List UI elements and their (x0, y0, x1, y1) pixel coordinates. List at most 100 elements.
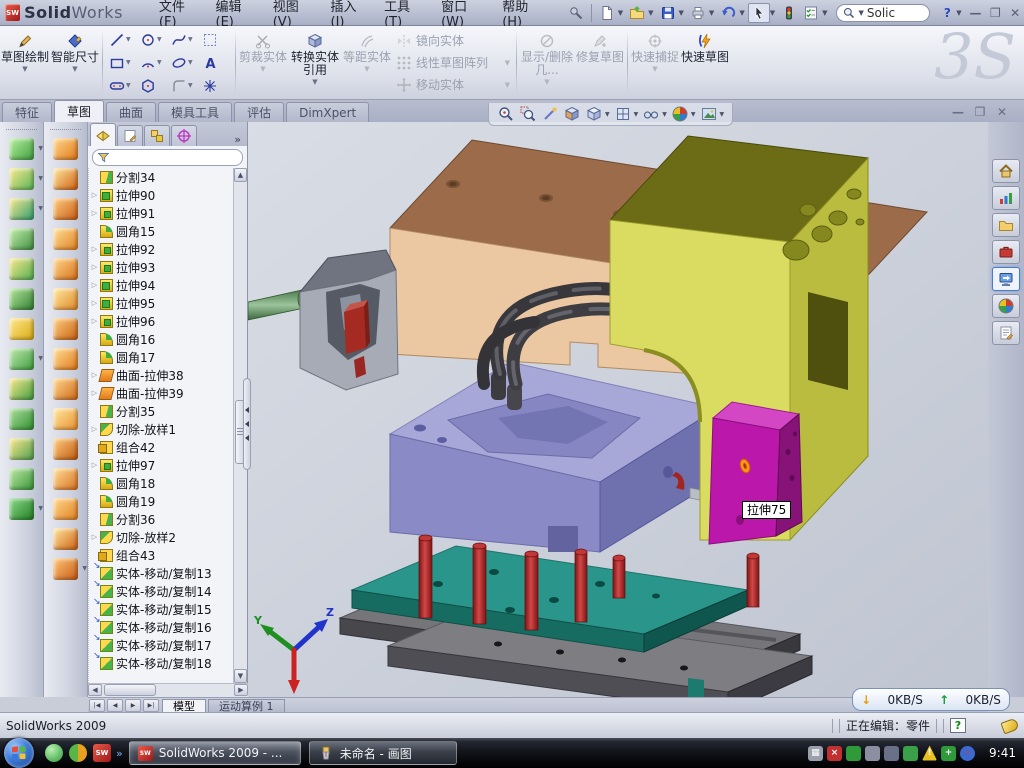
custom-properties-tab-button[interactable] (992, 321, 1020, 345)
toolbox-tab-button[interactable] (992, 240, 1020, 264)
rebuild-button[interactable] (778, 3, 800, 23)
feature-tool-icon[interactable] (53, 318, 78, 340)
tree-item[interactable]: 圆角18 (89, 474, 234, 492)
skfillet-tool-button[interactable]: ▼ (169, 74, 200, 97)
options-dropdown-icon[interactable]: ▼ (822, 9, 827, 17)
move-entities-button[interactable]: 移动实体 ▼ (392, 74, 514, 96)
tab-草图[interactable]: 草图 (54, 100, 104, 122)
connectivity-tray-icon[interactable] (903, 746, 918, 761)
shield-plus-tray-icon[interactable]: + (941, 746, 956, 761)
tree-item[interactable]: ▷曲面-拉伸39 (89, 384, 234, 402)
expand-icon[interactable]: ▷ (89, 281, 100, 289)
feature-tool-icon[interactable] (53, 138, 78, 160)
feature-tool-icon[interactable]: ▼ (9, 348, 34, 370)
solidworks-cube-quicklaunch-icon[interactable]: SW (93, 744, 111, 762)
offset-entities-button[interactable]: 等距实体▼ (342, 28, 392, 97)
tab-configurationmanager[interactable] (144, 125, 170, 146)
file-explorer-tab-button[interactable] (992, 267, 1020, 291)
skspline-dropdown-icon[interactable]: ▼ (188, 36, 193, 43)
tree-item[interactable]: 实体-移动/复制18 (89, 654, 234, 672)
tree-item[interactable]: ▷拉伸94 (89, 276, 234, 294)
new-document-button[interactable] (596, 3, 618, 23)
volume-tray-icon[interactable] (884, 746, 899, 761)
skline-tool-button[interactable]: ▼ (107, 28, 138, 51)
tree-item[interactable]: 分割34 (89, 168, 234, 186)
skcircle-tool-button[interactable]: ▼ (138, 28, 169, 51)
feature-tool-icon[interactable] (53, 498, 78, 520)
feature-tool-dropdown-icon[interactable]: ▼ (38, 355, 43, 362)
tab-曲面[interactable]: 曲面 (106, 102, 156, 122)
messenger-quicklaunch-icon[interactable] (45, 744, 63, 762)
sktext-tool-button[interactable]: A (200, 51, 231, 74)
feature-tool-icon[interactable] (53, 198, 78, 220)
feature-tool-icon[interactable] (53, 168, 78, 190)
feature-filter-input[interactable] (92, 149, 243, 166)
tree-item[interactable]: ▷切除-放样1 (89, 420, 234, 438)
help-button[interactable]: ? (938, 5, 956, 21)
magic-wand-icon[interactable] (542, 106, 558, 122)
manager-overflow-button[interactable]: » (234, 133, 241, 146)
section-view-icon[interactable] (564, 106, 580, 122)
part-extrude75-block[interactable] (709, 402, 802, 544)
tab-scroll-first-button[interactable]: |◀ (89, 699, 105, 712)
tree-item[interactable]: ▷拉伸91 (89, 204, 234, 222)
tab-scroll-prev-button[interactable]: ◀ (107, 699, 123, 712)
doc-restore-button[interactable]: ❐ (970, 104, 990, 120)
tree-item[interactable]: ▷拉伸92 (89, 240, 234, 258)
feature-tool-icon[interactable] (9, 258, 34, 280)
security-red-tray-icon[interactable]: × (827, 746, 842, 761)
tree-item[interactable]: 实体-移动/复制13 (89, 564, 234, 582)
expand-icon[interactable]: ▷ (89, 425, 100, 433)
skrect-tool-button[interactable]: ▼ (107, 51, 138, 74)
repair-sketch-button[interactable]: 修复草图 (575, 28, 625, 97)
tab-featuremanager[interactable] (90, 123, 116, 146)
feature-tool-dropdown-icon[interactable]: ▼ (38, 145, 43, 152)
certificate-tray-icon[interactable] (865, 746, 880, 761)
tree-item[interactable]: ▷拉伸97 (89, 456, 234, 474)
tab-评估[interactable]: 评估 (234, 102, 284, 122)
tab-propertymanager[interactable] (117, 125, 143, 146)
search-dropdown-icon[interactable]: ▼ (858, 9, 863, 17)
feature-tool-icon[interactable] (9, 408, 34, 430)
scene-dropdown-icon[interactable]: ▼ (720, 111, 725, 118)
skarc-tool-button[interactable]: ▼ (138, 51, 169, 74)
skellipse-dropdown-icon[interactable]: ▼ (188, 59, 193, 66)
tree-item[interactable]: ▷拉伸95 (89, 294, 234, 312)
close-button[interactable]: ✕ (1006, 5, 1024, 21)
start-button[interactable] (4, 738, 34, 768)
feature-tool-icon[interactable] (53, 288, 78, 310)
scroll-down-icon[interactable]: ▼ (234, 669, 247, 683)
tree-item[interactable]: 组合43 (89, 546, 234, 564)
expand-icon[interactable]: ▷ (89, 263, 100, 271)
undo-button[interactable] (717, 3, 739, 23)
trim-entities-button[interactable]: 剪裁实体▼ (238, 28, 288, 97)
feature-tool-icon[interactable] (53, 378, 78, 400)
pin-button[interactable] (565, 3, 587, 23)
tree-item[interactable]: 分割36 (89, 510, 234, 528)
search-input[interactable]: Solic (867, 6, 895, 20)
design-library-tab-button[interactable] (992, 213, 1020, 237)
tag-icon[interactable] (1000, 717, 1019, 734)
graphics-viewport[interactable]: Y Z X (248, 122, 988, 697)
search-box[interactable]: ▼ Solic (836, 4, 930, 22)
expand-icon[interactable]: ▷ (89, 245, 100, 253)
feature-tool-icon[interactable] (53, 228, 78, 250)
mirror-entities-button[interactable]: 镜向实体 (392, 30, 514, 52)
tree-item[interactable]: 圆角15 (89, 222, 234, 240)
skcircle-dropdown-icon[interactable]: ▼ (157, 36, 162, 43)
rapid-sketch-button[interactable]: 快速草图 (680, 28, 730, 97)
feature-tool-dropdown-icon[interactable]: ▼ (82, 565, 87, 572)
tree-item[interactable]: 实体-移动/复制15 (89, 600, 234, 618)
scene-icon[interactable] (701, 106, 717, 122)
skpoint-tool-button[interactable] (200, 74, 231, 97)
open-dropdown-icon[interactable]: ▼ (648, 9, 653, 17)
skframe-tool-button[interactable] (200, 28, 231, 51)
tree-item[interactable]: 实体-移动/复制14 (89, 582, 234, 600)
feature-tool-icon[interactable] (53, 438, 78, 460)
sketch-button[interactable]: 草图绘制▼ (0, 28, 50, 97)
select-cursor-dropdown-icon[interactable]: ▼ (770, 9, 775, 17)
appearances-tab-button[interactable] (992, 294, 1020, 318)
feature-tool-icon[interactable] (9, 378, 34, 400)
shield-lightning-tray-icon[interactable] (846, 746, 861, 761)
view-orientation-dropdown-icon[interactable]: ▼ (634, 111, 639, 118)
